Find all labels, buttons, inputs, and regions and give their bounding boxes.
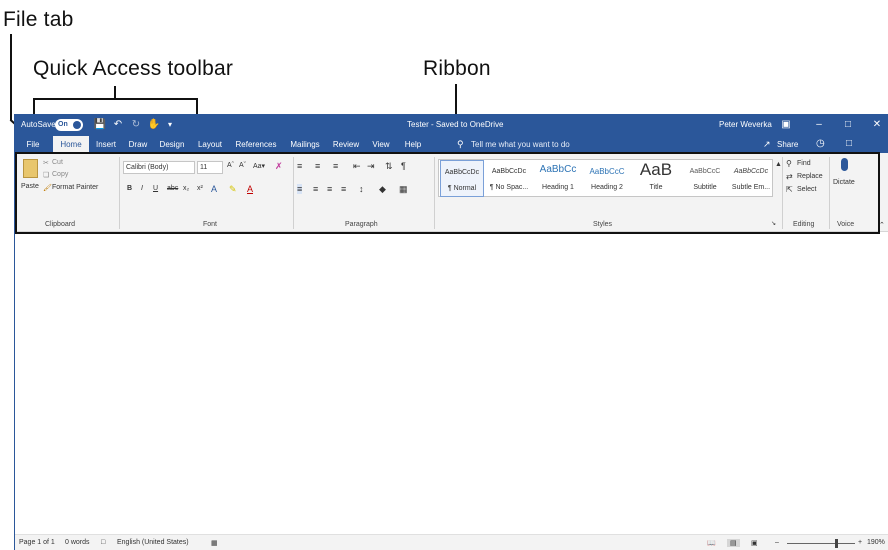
ribbon-tabs: File Home Insert Draw Design Layout Refe… bbox=[15, 136, 888, 153]
tab-file[interactable]: File bbox=[19, 136, 47, 153]
web-layout-icon[interactable]: ▣ bbox=[751, 539, 758, 547]
zoom-level[interactable]: 190% bbox=[867, 539, 885, 546]
minimize-icon[interactable]: – bbox=[812, 118, 826, 132]
tab-review[interactable]: Review bbox=[329, 136, 363, 153]
maximize-icon[interactable]: □ bbox=[841, 118, 855, 132]
share-button[interactable]: Share bbox=[777, 136, 798, 153]
callout-ribbon: Ribbon bbox=[423, 57, 491, 80]
tell-me-box[interactable]: Tell me what you want to do bbox=[471, 136, 570, 153]
callout-qa-bracket-c bbox=[114, 86, 116, 99]
touch-mode-icon[interactable]: ✋ bbox=[147, 118, 161, 132]
close-icon[interactable]: ✕ bbox=[870, 118, 884, 132]
figure: File tab Quick Access toolbar Ribbon Aut… bbox=[0, 0, 888, 550]
save-icon[interactable]: 💾 bbox=[93, 118, 107, 132]
toggle-knob bbox=[73, 121, 81, 129]
tab-mailings[interactable]: Mailings bbox=[285, 136, 325, 153]
zoom-in-icon[interactable]: + bbox=[858, 539, 862, 546]
document-area[interactable] bbox=[15, 233, 888, 523]
zoom-out-icon[interactable]: – bbox=[775, 539, 779, 546]
tab-home[interactable]: Home bbox=[53, 136, 89, 153]
zoom-slider[interactable] bbox=[787, 543, 855, 544]
tab-insert[interactable]: Insert bbox=[91, 136, 121, 153]
tab-help[interactable]: Help bbox=[399, 136, 427, 153]
search-icon: ⚲ bbox=[457, 139, 464, 149]
macro-icon[interactable]: ▦ bbox=[211, 539, 218, 547]
zoom-slider-thumb[interactable] bbox=[835, 539, 838, 548]
tab-draw[interactable]: Draw bbox=[125, 136, 151, 153]
customize-qat-icon[interactable]: ▾ bbox=[163, 118, 177, 132]
read-mode-icon[interactable]: 📖 bbox=[707, 539, 716, 547]
tab-layout[interactable]: Layout bbox=[193, 136, 227, 153]
redo-icon[interactable]: ↻ bbox=[129, 118, 143, 132]
autosave-label: AutoSave bbox=[21, 120, 56, 129]
document-title: Tester - Saved to OneDrive bbox=[407, 120, 504, 129]
callout-qa-bracket-l bbox=[33, 98, 35, 114]
print-layout-icon[interactable]: ▤ bbox=[727, 539, 740, 547]
proofing-icon[interactable]: □ bbox=[101, 539, 105, 546]
status-bar: Page 1 of 1 0 words □ English (United St… bbox=[15, 534, 888, 550]
history-icon[interactable]: ◷ bbox=[816, 138, 825, 149]
language[interactable]: English (United States) bbox=[117, 539, 189, 546]
user-name[interactable]: Peter Weverka bbox=[719, 120, 772, 129]
tab-design[interactable]: Design bbox=[155, 136, 189, 153]
callout-quick-access: Quick Access toolbar bbox=[33, 57, 234, 80]
autosave-state: On bbox=[58, 121, 68, 128]
word-count[interactable]: 0 words bbox=[65, 539, 90, 546]
ribbon-display-icon[interactable]: ▣ bbox=[779, 118, 793, 132]
page-count[interactable]: Page 1 of 1 bbox=[19, 539, 55, 546]
title-bar: AutoSave On 💾 ↶ ↻ ✋ ▾ Tester - Saved to … bbox=[15, 114, 888, 136]
callout-file-tab-line bbox=[10, 34, 12, 120]
comments-icon[interactable]: □ bbox=[846, 138, 852, 149]
share-icon[interactable]: ↗ bbox=[763, 139, 771, 150]
ribbon-highlight-box bbox=[15, 152, 880, 234]
undo-icon[interactable]: ↶ bbox=[111, 118, 125, 132]
autosave-toggle[interactable]: On bbox=[55, 119, 83, 131]
tab-view[interactable]: View bbox=[367, 136, 395, 153]
callout-file-tab: File tab bbox=[3, 8, 74, 31]
tab-references[interactable]: References bbox=[231, 136, 281, 153]
callout-qa-bracket-r bbox=[196, 98, 198, 114]
